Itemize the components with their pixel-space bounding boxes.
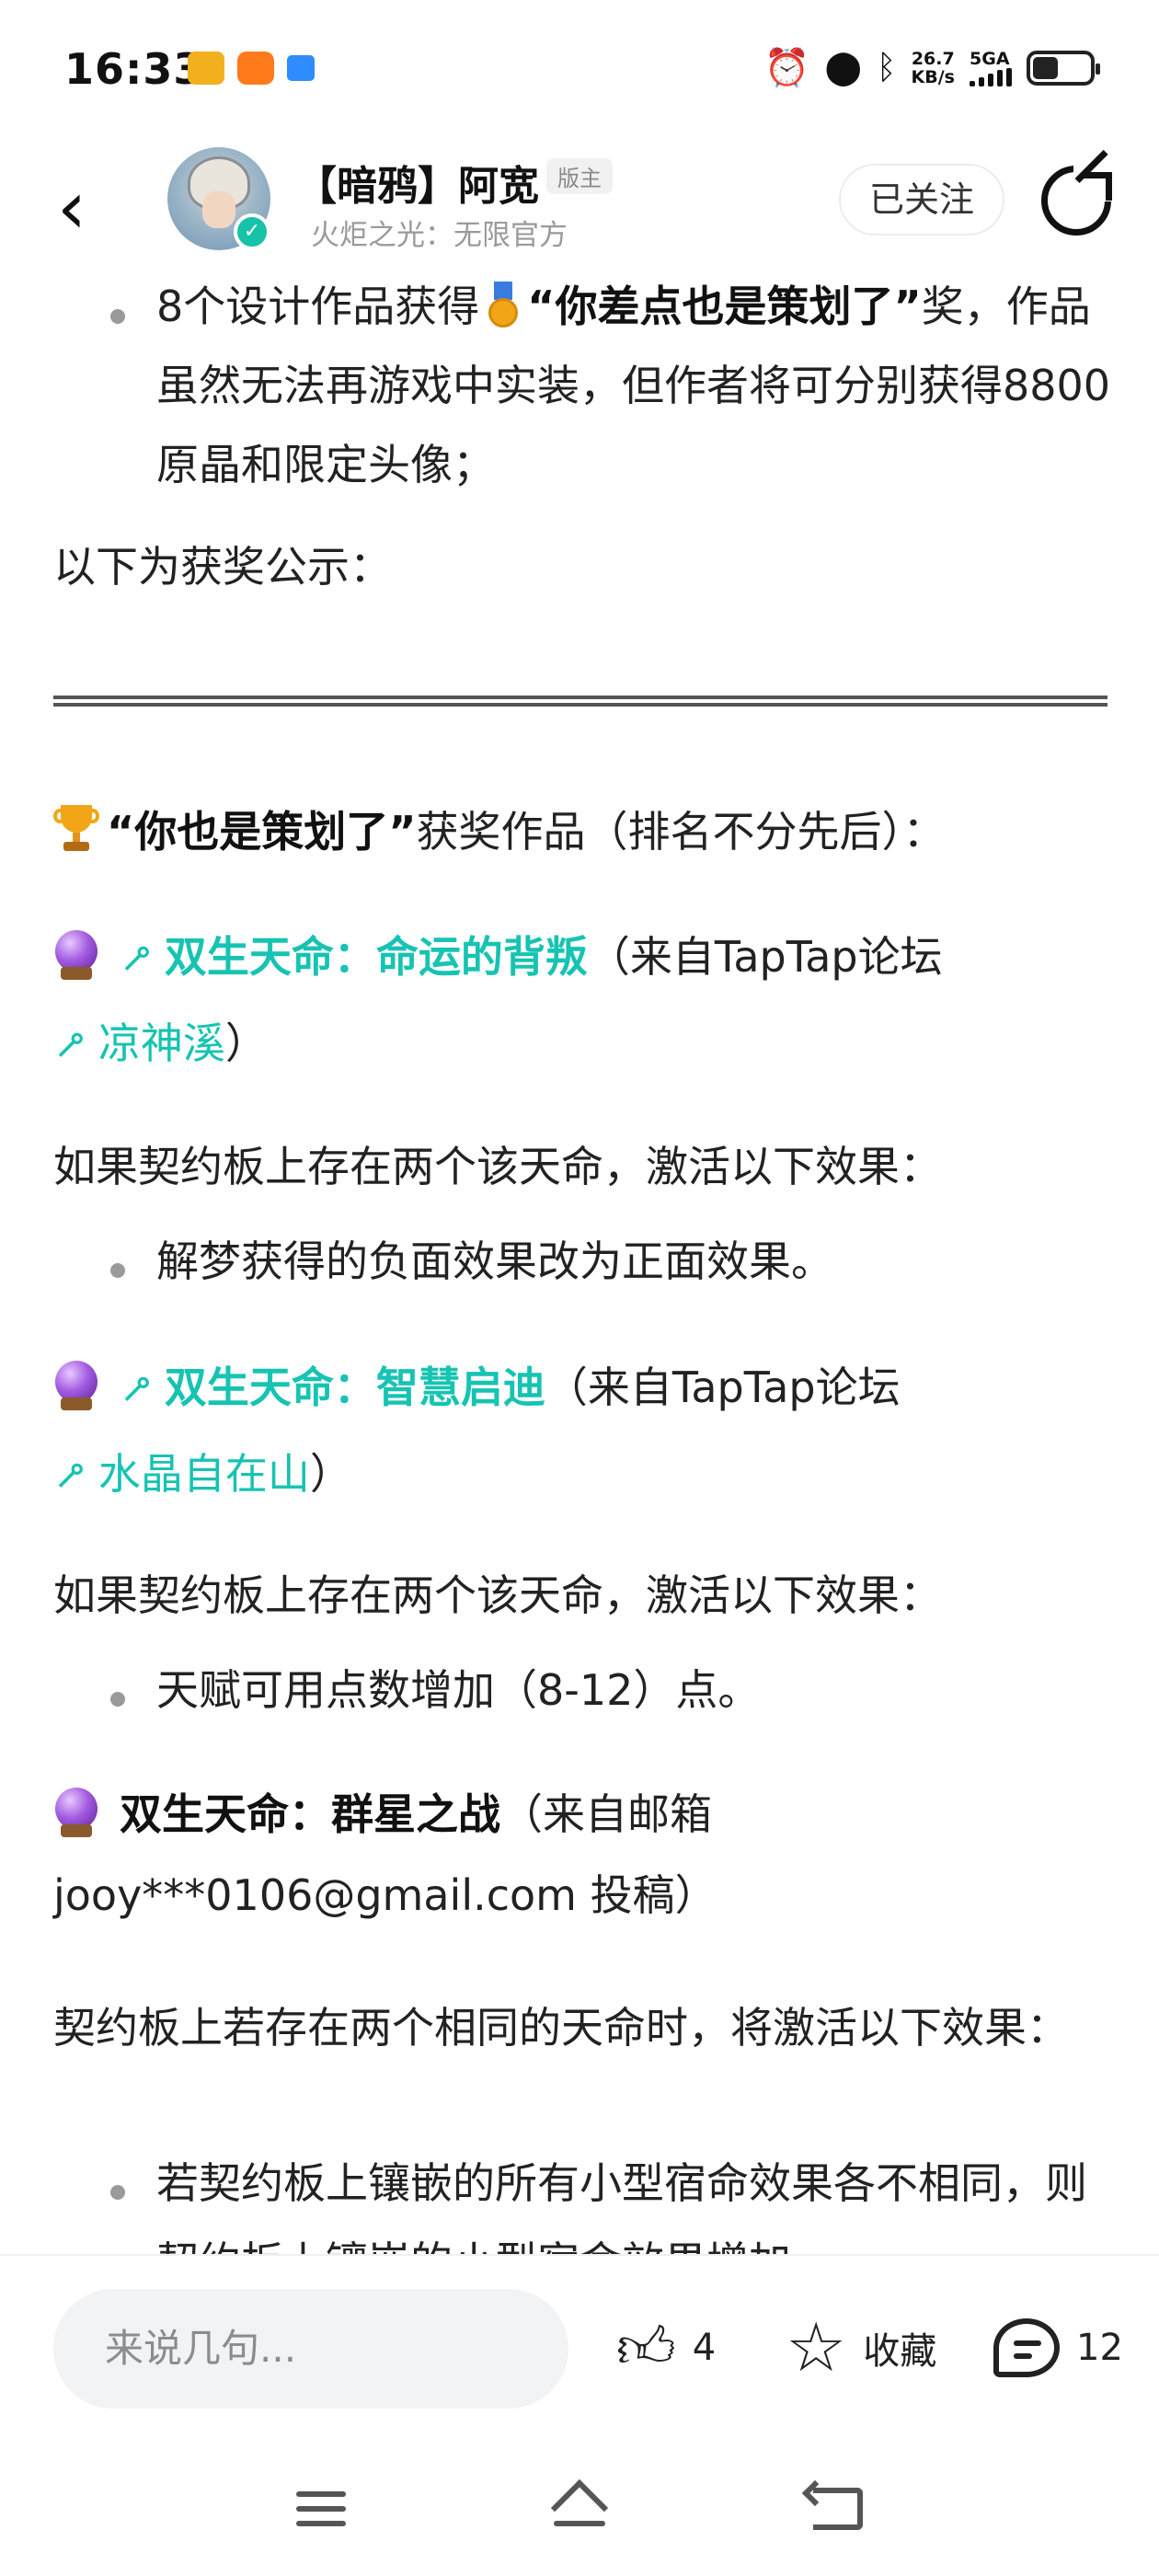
like-count: 4 [692,2327,717,2369]
star-icon: ☆ [786,2308,847,2387]
entry-title-block: ⊸双生天命：命运的背叛（来自TapTap论坛 ⊸凉神溪） [41,914,1111,1087]
entry-title-block: ⊸双生天命：智慧启迪（来自TapTap论坛 ⊸水晶自在山） [41,1345,1111,1518]
entry-title-link[interactable]: 双生天命：智慧启迪 [165,1363,545,1412]
entry-description: 如果契约板上存在两个该天命，激活以下效果： [53,1570,942,1620]
status-time: 16:33 [64,44,204,94]
back-button[interactable]: ‹ [57,171,112,245]
entry-effect: 若契约板上镶嵌的所有小型宿命效果各不相同，则契约板上镶嵌的小型宿命效果增加 [156,2158,1087,2254]
status-bar: 16:33 ⏰ ⬤ ᛒ 26.7 KB/s 5GA [0,0,1159,147]
entry-effect: 天赋可用点数增加（8-12）点。 [156,1665,761,1715]
thumbs-up-icon: 👍︎ [616,2313,676,2381]
alarm-icon: ⏰ [763,47,810,89]
comment-bubble-icon [993,2318,1060,2377]
share-icon[interactable] [1041,159,1116,236]
entry-source-email: jooy***0106@gmail.com 投稿） [53,1870,717,1920]
comments-button[interactable]: 12 [993,2311,1123,2385]
home-icon[interactable] [550,2475,609,2537]
entry-title-link[interactable]: 双生天命：命运的背叛 [165,932,588,982]
like-button[interactable]: 👍︎ 4 [616,2311,716,2385]
trophy-icon [53,804,99,857]
award-heading: “你也是策划了”获奖作品（排名不分先后）： [53,789,1111,874]
entry-effect: 解梦获得的负面效果改为正面效果。 [156,1236,833,1286]
announce-line: 以下为获奖公示： [53,542,392,592]
bullet-dot [110,1692,125,1707]
bullet-dot [110,1263,125,1278]
award-heading-rest: 获奖作品（排名不分先后）： [416,807,946,857]
crystal-ball-icon [53,929,99,980]
verified-check-icon: ✓ [234,213,270,250]
system-indicators: ⏰ ⬤ ᛒ 26.7 KB/s 5GA [763,46,1100,89]
video-app-icon [237,52,274,85]
notification-icons [188,52,315,85]
network-speed-unit: KB/s [911,66,955,87]
crystal-ball-icon [53,1360,99,1410]
intro-bullet-text-start: 8个设计作品获得 [156,282,480,331]
section-divider [53,696,1107,707]
intro-bullet: 8个设计作品获得 “你差点也是策划了”奖，作品虽然无法再游戏中实装，但作者将可分别… [156,267,1113,504]
moderator-badge: 版主 [546,158,613,194]
author-subtitle: 火炬之光：无限官方 [311,219,568,252]
bottom-action-bar: 来说几句... 👍︎ 4 ☆ 收藏 12 [0,2254,1159,2447]
battery-level [1033,56,1058,79]
bluetooth-icon: ᛒ [876,49,897,86]
entry-description: 契约板上若存在两个相同的天命时，将激活以下效果： [53,2003,1069,2053]
location-icon: ⬤ [824,49,862,86]
bullet-dot [110,2185,125,2200]
network-speed: 26.7 KB/s [912,50,955,86]
entry-author-link[interactable]: 凉神溪 [98,1018,225,1068]
favorite-button[interactable]: ☆ 收藏 [786,2311,936,2385]
avatar-face [202,191,235,228]
entry-source: （来自TapTap论坛 [587,932,943,982]
entry-description: 如果契约板上存在两个该天命，激活以下效果： [53,1142,942,1191]
network-speed-value: 26.7 [911,48,955,69]
entry-source: （来自TapTap论坛 [545,1363,901,1412]
comment-input[interactable]: 来说几句... [53,2289,568,2409]
entry-title-block: 双生天命：群星之战（来自邮箱 jooy***0106@gmail.com 投稿） [53,1774,1111,1936]
comment-count: 12 [1076,2327,1123,2369]
article-body: 8个设计作品获得 “你差点也是策划了”奖，作品虽然无法再游戏中实装，但作者将可分别… [0,267,1159,2254]
follow-button[interactable]: 已关注 [839,164,1004,236]
messaging-app-icon [287,55,315,81]
entry-source-close: ） [224,1018,268,1068]
battery-icon [1027,50,1100,86]
cellular-indicator: 5GA [970,50,1012,86]
entry-title: 双生天命：群星之战 [120,1789,500,1839]
bullet-dot [110,309,125,324]
entry-source: （来自邮箱 [500,1789,712,1839]
back-nav-icon[interactable] [813,2488,863,2530]
author-name[interactable]: 【暗鸦】阿宽 [296,153,539,212]
recent-apps-icon[interactable] [296,2491,346,2536]
entry-author-link[interactable]: 水晶自在山 [98,1449,310,1499]
intro-award-name: “你差点也是策划了” [527,282,922,331]
system-nav-bar [0,2447,1159,2576]
medal-icon [485,281,522,329]
favorite-label: 收藏 [863,2330,937,2373]
entry-source-close: ） [309,1449,352,1499]
signal-icon [970,67,1012,86]
crystal-ball-icon [53,1787,99,1837]
network-type: 5GA [970,48,1010,69]
award-name: “你也是策划了” [107,807,417,857]
app-notification-icon [188,52,224,85]
post-header: ‹ ✓ 【暗鸦】阿宽 版主 火炬之光：无限官方 已关注 [0,147,1159,267]
